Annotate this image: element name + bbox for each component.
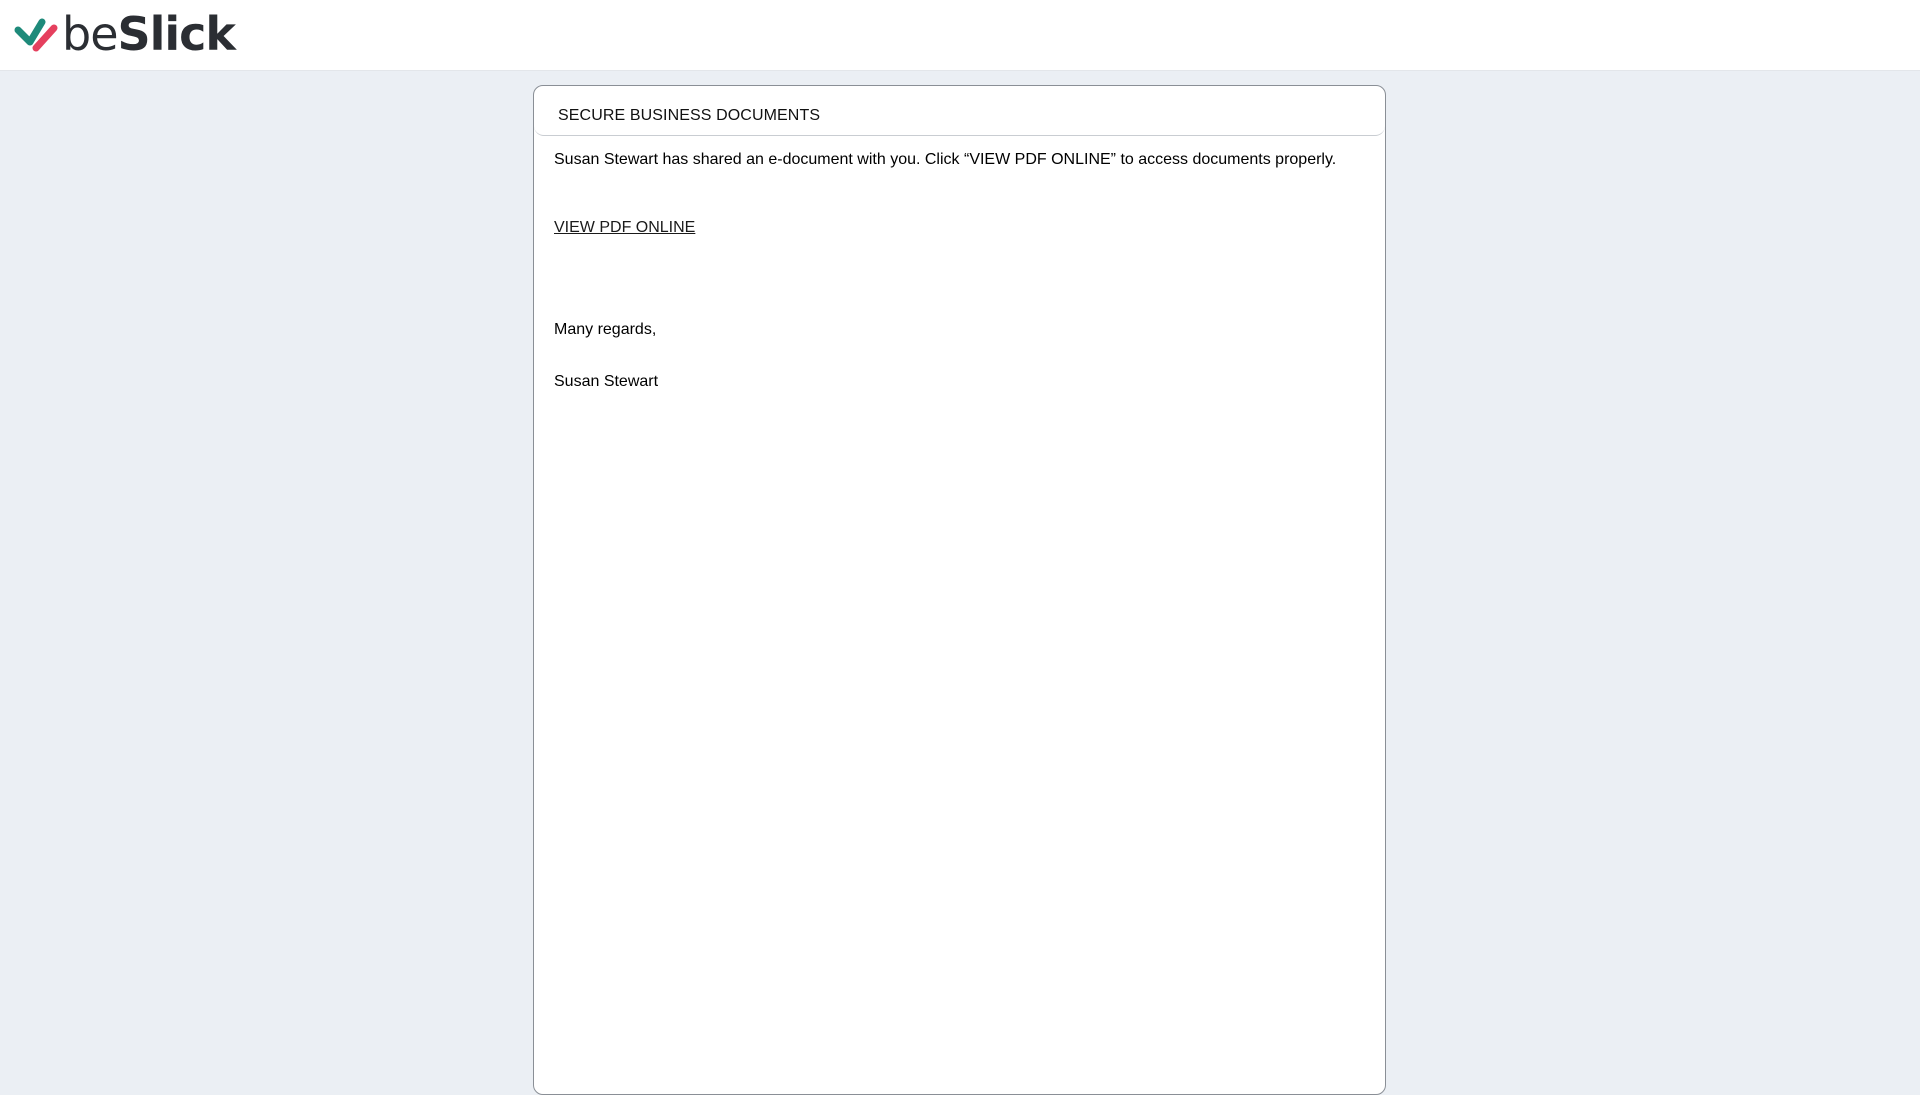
view-pdf-online-link[interactable]: VIEW PDF ONLINE [554, 218, 695, 238]
logo-wordmark: beSlick [62, 7, 237, 61]
beslick-check-icon [14, 14, 60, 54]
top-bar: beSlick [0, 0, 1920, 71]
beslick-logo[interactable]: beSlick [14, 7, 237, 61]
message-intro: Susan Stewart has shared an e-document w… [554, 151, 1337, 168]
message-signature: Susan Stewart [554, 373, 659, 390]
logo-text-be: be [62, 7, 118, 61]
panel-header: SECURE BUSINESS DOCUMENTS [534, 86, 1385, 136]
logo-text-slick: Slick [117, 7, 237, 61]
message-closing: Many regards, [554, 321, 657, 338]
panel-title: SECURE BUSINESS DOCUMENTS [558, 107, 821, 124]
document-panel: SECURE BUSINESS DOCUMENTS Susan Stewart … [533, 85, 1386, 1095]
